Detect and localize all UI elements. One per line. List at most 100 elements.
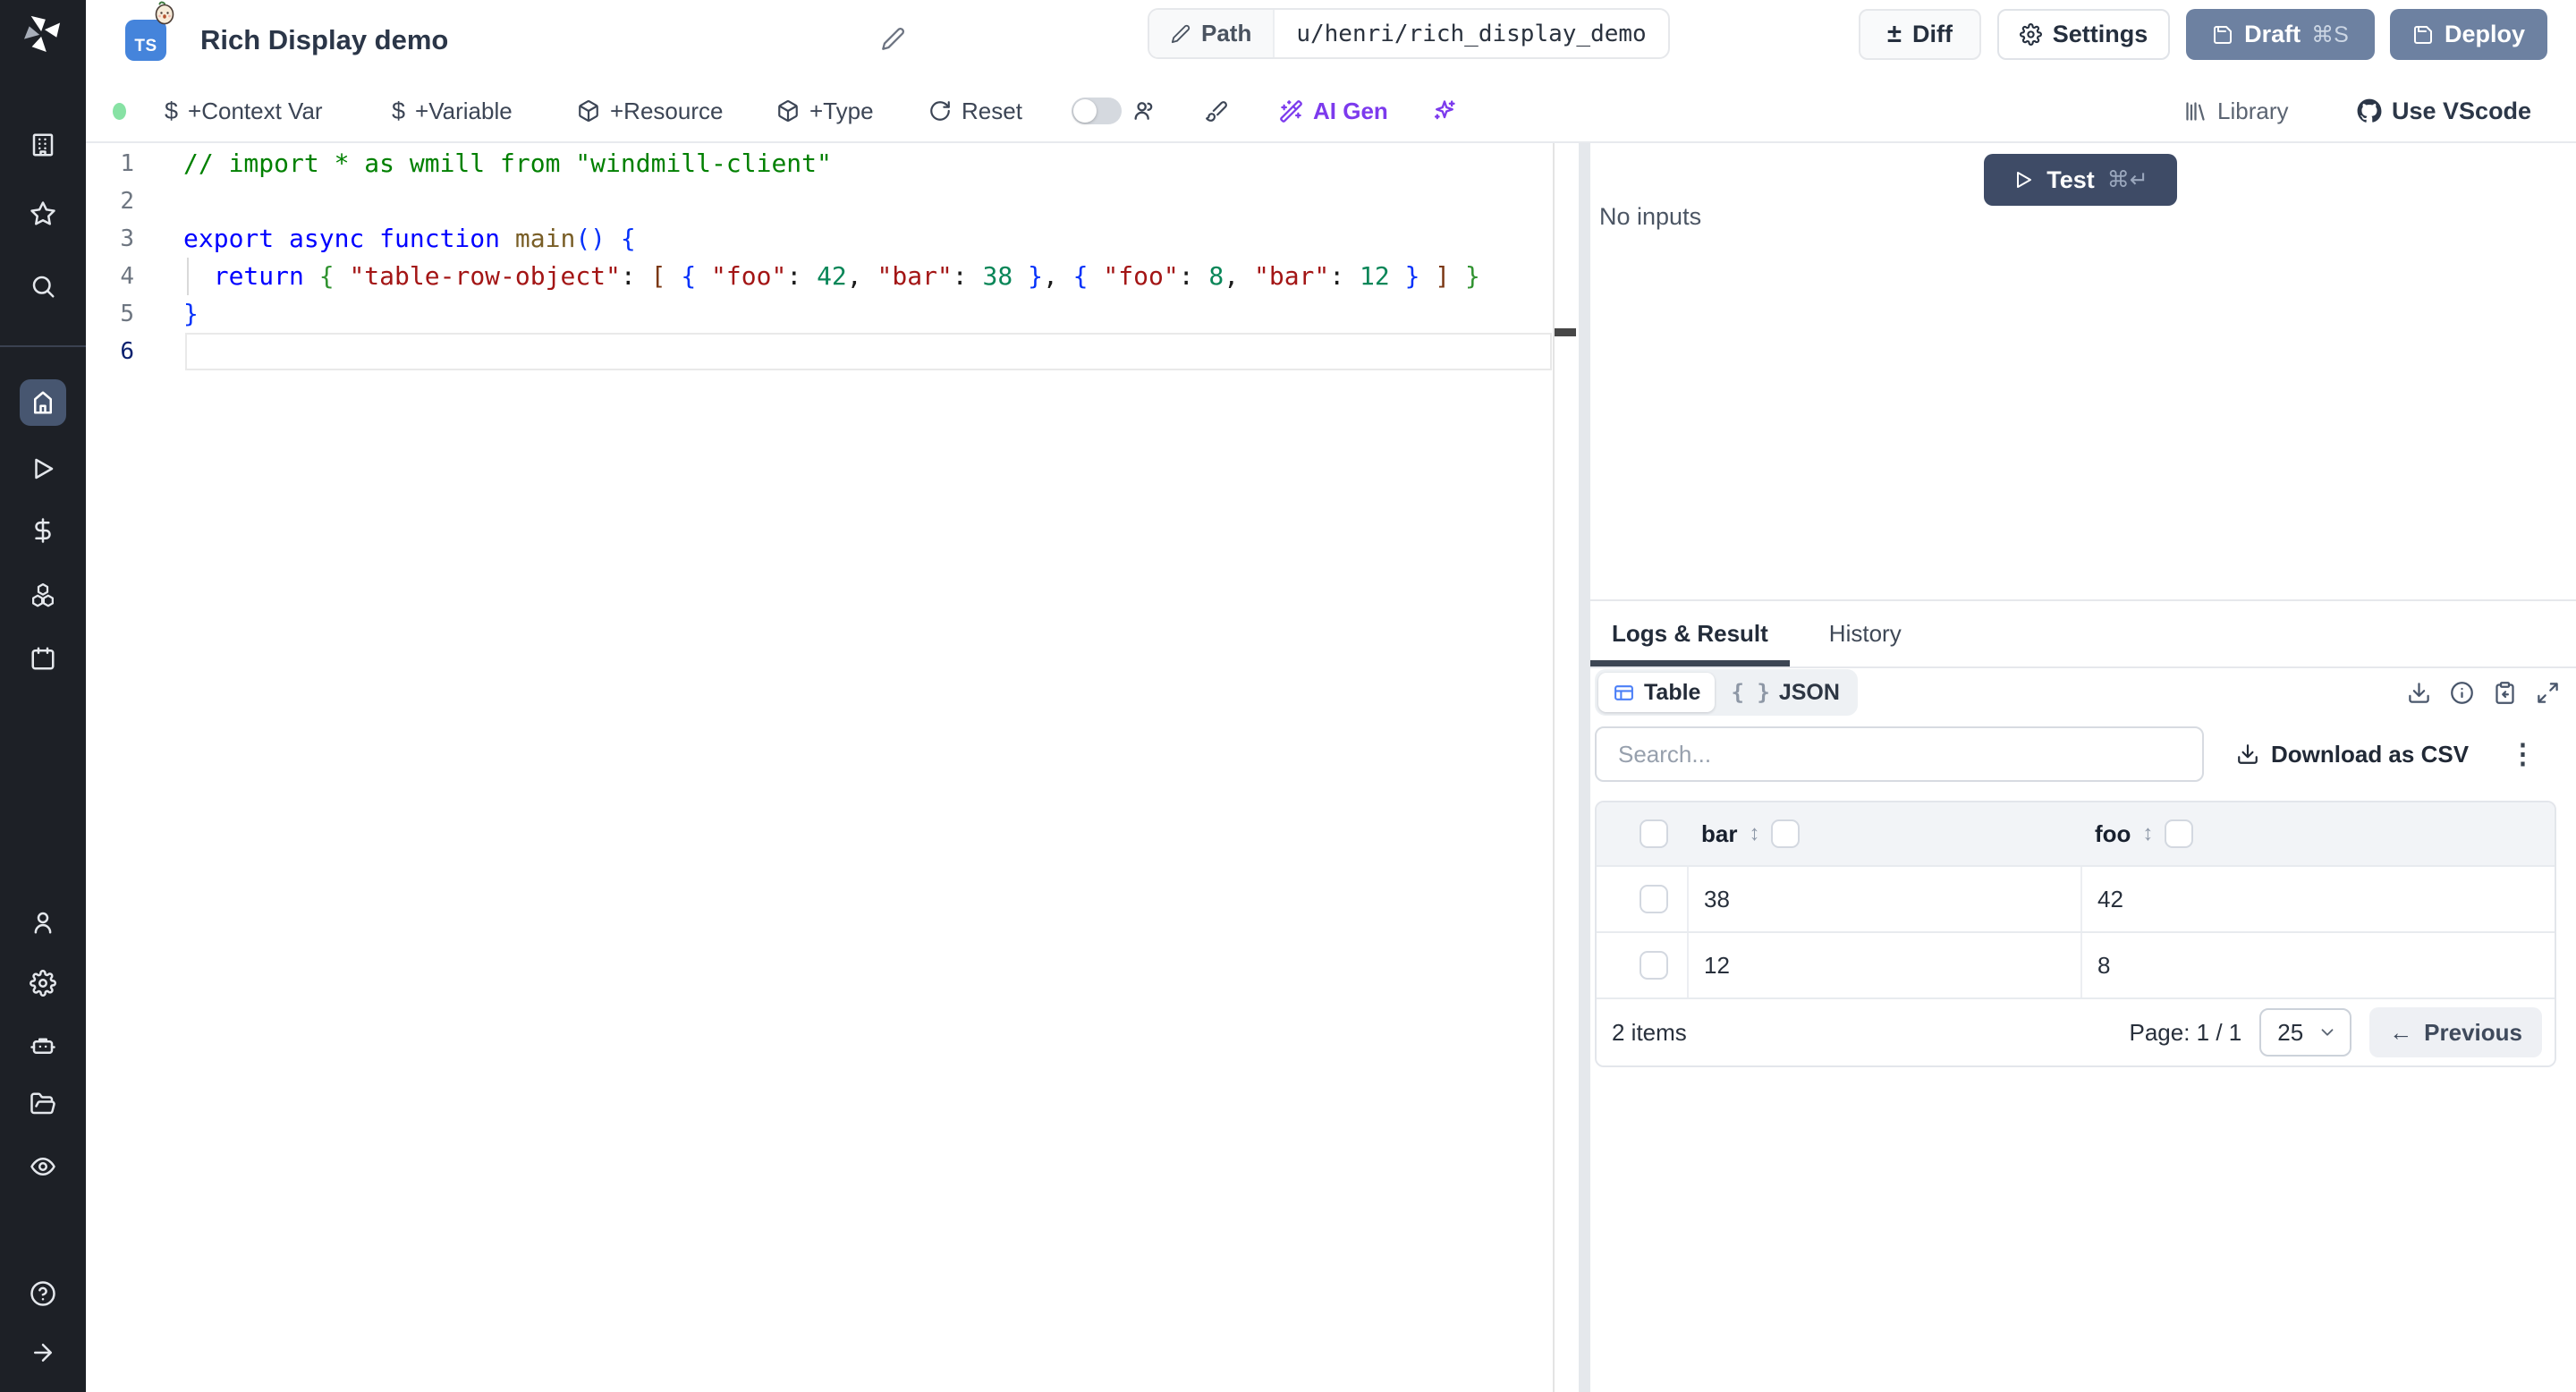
plus-minus-icon: ± [1887,20,1902,48]
settings-button[interactable]: Settings [1997,9,2170,60]
column-header-bar[interactable]: bar [1701,820,1737,848]
favorites-star-icon[interactable] [23,194,63,233]
add-variable-button[interactable]: $ +Variable [392,81,513,141]
help-icon[interactable] [23,1274,63,1313]
workspace-building-icon[interactable] [23,125,63,165]
table-header: bar ↕ foo ↕ [1597,802,2555,865]
sidebar-item-schedules-calendar-icon[interactable] [23,639,63,678]
line-number[interactable]: 2 [86,182,134,220]
multiplayer-users-icon[interactable] [1131,81,1157,141]
search-input[interactable] [1595,726,2204,782]
add-context-var-button[interactable]: $ +Context Var [165,81,323,141]
sidebar-item-folders-icon[interactable] [23,1084,63,1124]
dollar-icon: $ [392,97,406,124]
main-area: TS Rich Display demo Path u/henri/rich_d… [86,0,2576,1392]
table-row[interactable]: 38 42 [1597,865,2555,931]
sidebar-item-audit-eye-icon[interactable] [23,1147,63,1186]
select-all-checkbox[interactable] [1640,819,1668,848]
download-csv-button[interactable]: Download as CSV [2236,726,2469,782]
kebab-menu-icon[interactable]: ⋮ [2509,726,2537,782]
column-foo-checkbox[interactable] [2165,819,2194,848]
format-brush-icon[interactable] [1205,81,1228,141]
row-checkbox[interactable] [1640,951,1668,980]
column-header-foo[interactable]: foo [2095,820,2131,848]
code-line[interactable] [183,182,1543,220]
diff-mode-toggle[interactable] [1072,98,1122,124]
line-number[interactable]: 6 [86,333,134,370]
code-line[interactable]: // import * as wmill from "windmill-clie… [183,145,1543,182]
package-icon [579,100,598,122]
row-checkbox[interactable] [1640,885,1668,913]
code-editor[interactable]: 123456 // import * as wmill from "windmi… [86,143,1579,1392]
line-number[interactable]: 4 [86,258,134,295]
sidebar-item-home[interactable] [20,379,66,426]
sidebar-item-workers-robot-icon[interactable] [23,1025,63,1065]
code-line[interactable]: return { "table-row-object": [ { "foo": … [183,258,1543,295]
page-title: Rich Display demo [200,24,449,55]
tab-logs-result[interactable]: Logs & Result [1590,601,1790,666]
column-bar-checkbox[interactable] [1771,819,1801,848]
cell-bar: 12 [1687,933,2080,997]
line-number[interactable]: 1 [86,145,134,182]
draft-button[interactable]: Draft ⌘S [2186,9,2375,60]
add-type-button[interactable]: +Type [776,81,874,141]
package-icon [778,100,798,122]
line-number[interactable]: 5 [86,295,134,333]
result-tabs: Logs & Result History [1590,599,2576,668]
editor-gutter: 123456 [86,145,134,370]
view-json-option[interactable]: { } JSON [1716,673,1853,712]
result-table: bar ↕ foo ↕ 38 42 12 8 2 items Page: 1 /… [1595,801,2556,1067]
diff-button[interactable]: ± Diff [1859,9,1981,60]
search-icon[interactable] [23,267,63,306]
sidebar-item-variables-dollar-icon[interactable] [23,511,63,550]
deploy-button[interactable]: Deploy [2390,9,2547,60]
expand-sidebar-arrow-icon[interactable] [23,1333,63,1372]
sort-icon[interactable]: ↕ [1749,821,1759,846]
script-emoji-icon [152,1,177,26]
path-value[interactable]: u/henri/rich_display_demo [1275,10,1667,57]
code-line[interactable] [183,333,1543,370]
sidebar-item-runs-play-icon[interactable] [23,449,63,488]
clipboard-copy-icon[interactable] [2493,681,2517,705]
code-line[interactable]: } [183,295,1543,333]
result-view-toggle: Table { } JSON [1595,669,1858,716]
path-field[interactable]: Path u/henri/rich_display_demo [1148,8,1670,59]
sparkles-icon[interactable] [1432,81,1457,141]
overview-ruler-cursor-mark [1555,328,1576,336]
download-icon [2238,744,2258,764]
arrow-left-icon: ← [2389,1018,2413,1046]
cell-bar: 38 [1687,867,2080,931]
edit-summary-pencil-icon[interactable] [881,27,905,51]
line-number[interactable]: 3 [86,220,134,258]
add-resource-button[interactable]: +Resource [577,81,723,141]
test-button[interactable]: Test ⌘↵ [1984,154,2177,206]
library-button[interactable]: Library [2183,81,2288,141]
code-line[interactable]: export async function main() { [183,220,1543,258]
info-icon[interactable] [2450,681,2474,705]
ai-gen-button[interactable]: AI Gen [1279,81,1388,141]
use-vscode-button[interactable]: Use VScode [2357,81,2531,141]
dollar-icon: $ [165,97,179,124]
download-icon[interactable] [2407,681,2431,705]
windmill-logo-icon[interactable] [22,14,64,52]
expand-icon[interactable] [2536,681,2560,705]
previous-page-button[interactable]: ← Previous [2369,1007,2542,1057]
play-icon [2017,172,2032,188]
table-footer: 2 items Page: 1 / 1 25 ← Previous [1597,997,2555,1065]
sidebar-item-resources-cubes-icon[interactable] [23,575,63,615]
table-row[interactable]: 12 8 [1597,931,2555,997]
panel-resize-handle[interactable] [1579,143,1590,1392]
status-dot [113,103,126,120]
save-icon [2214,25,2233,44]
sort-icon[interactable]: ↕ [2142,821,2153,846]
view-table-option[interactable]: Table [1598,673,1716,712]
reset-button[interactable]: Reset [928,81,1022,141]
tab-history[interactable]: History [1808,601,1923,666]
chevron-down-icon [2321,1029,2334,1036]
editor-toolbar: $ +Context Var $ +Variable +Resource +Ty… [86,81,2576,143]
sidebar-item-users-icon[interactable] [23,903,63,942]
sidebar-item-settings-gear-icon[interactable] [23,963,63,1003]
path-label: Path [1201,20,1252,47]
page-size-select[interactable]: 25 [2259,1008,2352,1057]
no-inputs-label: No inputs [1599,203,1702,230]
